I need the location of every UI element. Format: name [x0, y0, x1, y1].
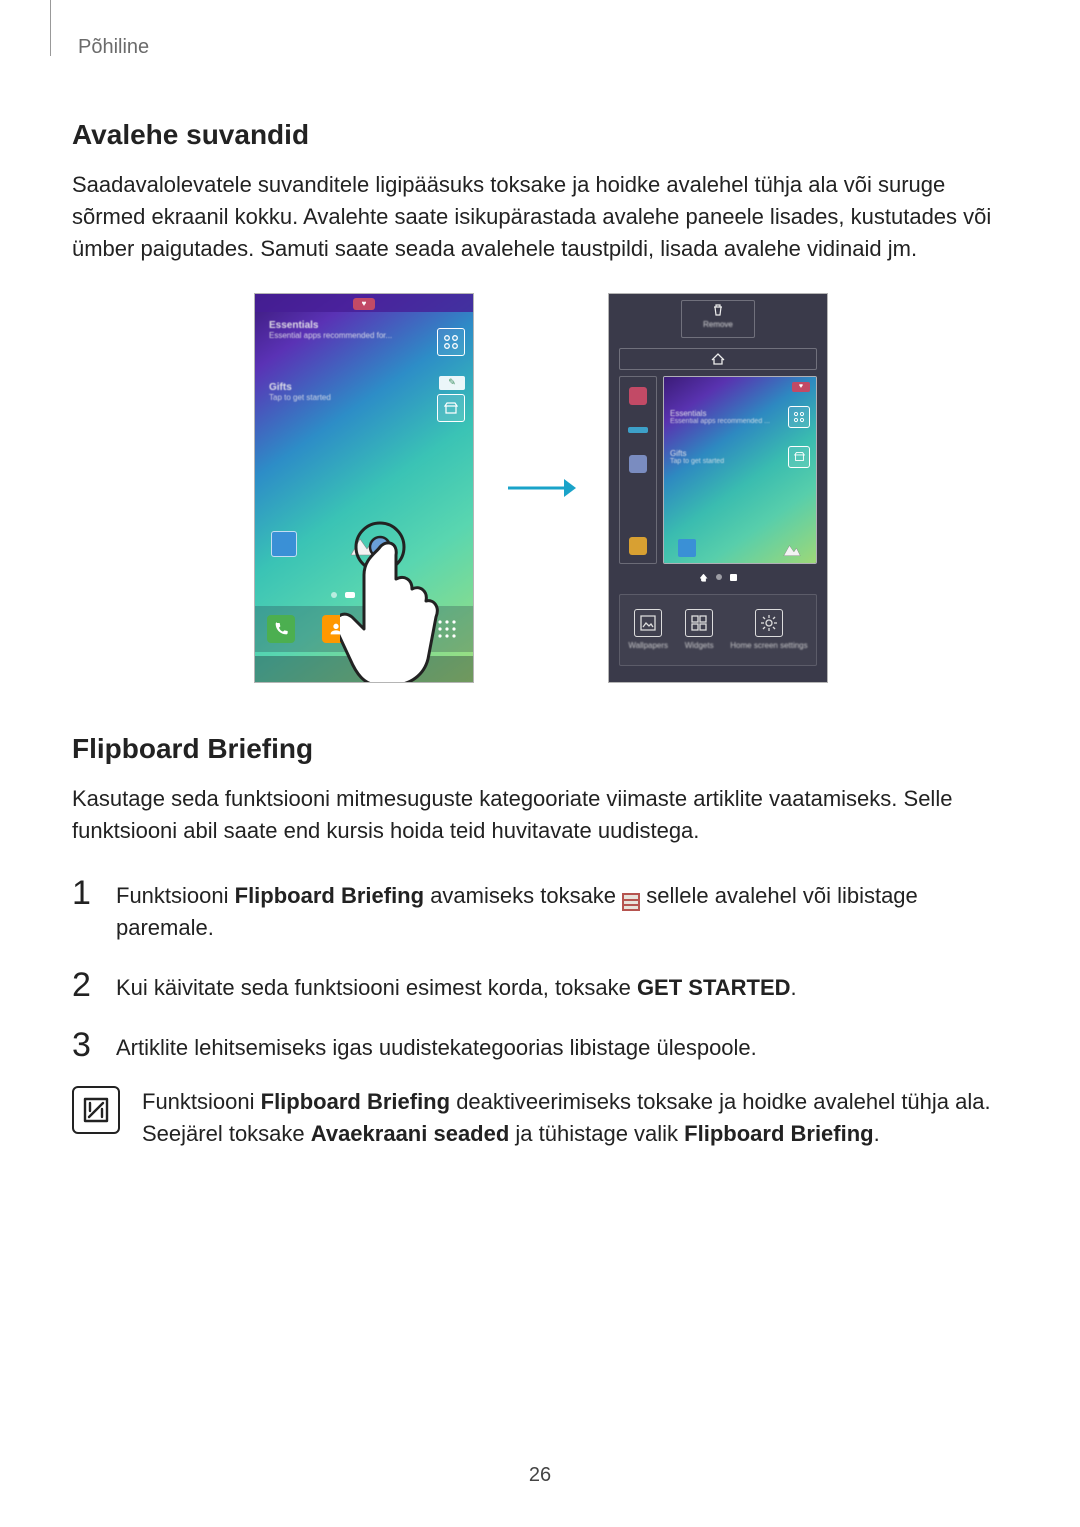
section1-paragraph: Saadavalolevatele suvanditele ligipääsuk… [72, 169, 1010, 265]
step-1: 1 Funktsiooni Flipboard Briefing avamise… [72, 874, 1010, 944]
breadcrumb: Põhiline [78, 36, 1010, 59]
widgets-icon [685, 609, 713, 637]
figure-row: ♥ Essentials Essential apps recommended … [72, 293, 1010, 683]
apps-grid-icon [437, 328, 465, 356]
contacts-icon [322, 615, 350, 643]
wallpapers-icon [634, 609, 662, 637]
person-chip-icon [629, 455, 647, 473]
gallery-chip-icon [629, 537, 647, 555]
widget-essentials: Essentials Essential apps recommended fo… [263, 316, 427, 366]
gear-icon [755, 609, 783, 637]
step-2: 2 Kui käivitate seda funktsiooni esimest… [72, 966, 1010, 1004]
page-indicator [255, 592, 473, 598]
step-number: 2 [72, 968, 94, 1002]
store-pencil-icon: ✎ [439, 376, 465, 390]
mountain-icon [349, 535, 379, 557]
apps-grid-icon [788, 406, 810, 428]
note-block: Funktsiooni Flipboard Briefing deaktivee… [72, 1086, 1010, 1150]
figure-home-options: Remove ♥ [608, 293, 828, 683]
figure-home-screen: ♥ Essentials Essential apps recommended … [254, 293, 474, 683]
arrow-right-icon [506, 473, 576, 503]
wallpapers-option: Wallpapers [628, 609, 668, 650]
mountain-icon [782, 543, 802, 557]
dock [255, 606, 473, 652]
trash-icon [682, 303, 754, 320]
section2-paragraph: Kasutage seda funktsiooni mitmesuguste k… [72, 783, 1010, 847]
widget-gifts: Gifts Tap to get started [263, 378, 427, 406]
page-indicator [609, 574, 827, 582]
step-3: 3 Artiklite lehitsemiseks igas uudisteka… [72, 1026, 1010, 1064]
section-heading-avalehe: Avalehe suvandid [72, 119, 1010, 151]
note-icon [72, 1086, 120, 1134]
page-number: 26 [529, 1464, 551, 1487]
home-settings-option: Home screen settings [730, 609, 807, 650]
remove-panel: Remove [681, 300, 755, 338]
app-tile [271, 531, 297, 557]
flipboard-tile-icon [622, 888, 640, 906]
store-icon [788, 446, 810, 468]
phone-icon [267, 615, 295, 643]
step-number: 1 [72, 876, 94, 910]
section-heading-flipboard: Flipboard Briefing [72, 733, 1010, 765]
heart-chip-icon [629, 387, 647, 405]
store-icon [437, 394, 465, 422]
messages-icon [378, 615, 406, 643]
home-indicator-icon [619, 348, 817, 370]
center-home-preview: ♥ Essentials Essential apps recommended … [663, 376, 817, 564]
heart-icon: ♥ [792, 382, 810, 392]
left-panel-strip [619, 376, 657, 564]
widgets-option: Widgets [685, 609, 714, 650]
home-options-bar: Wallpapers Widgets Home screen settings [619, 594, 817, 666]
step-number: 3 [72, 1028, 94, 1062]
app-tile [678, 539, 696, 557]
apps-icon [433, 615, 461, 643]
heart-icon: ♥ [353, 298, 375, 310]
